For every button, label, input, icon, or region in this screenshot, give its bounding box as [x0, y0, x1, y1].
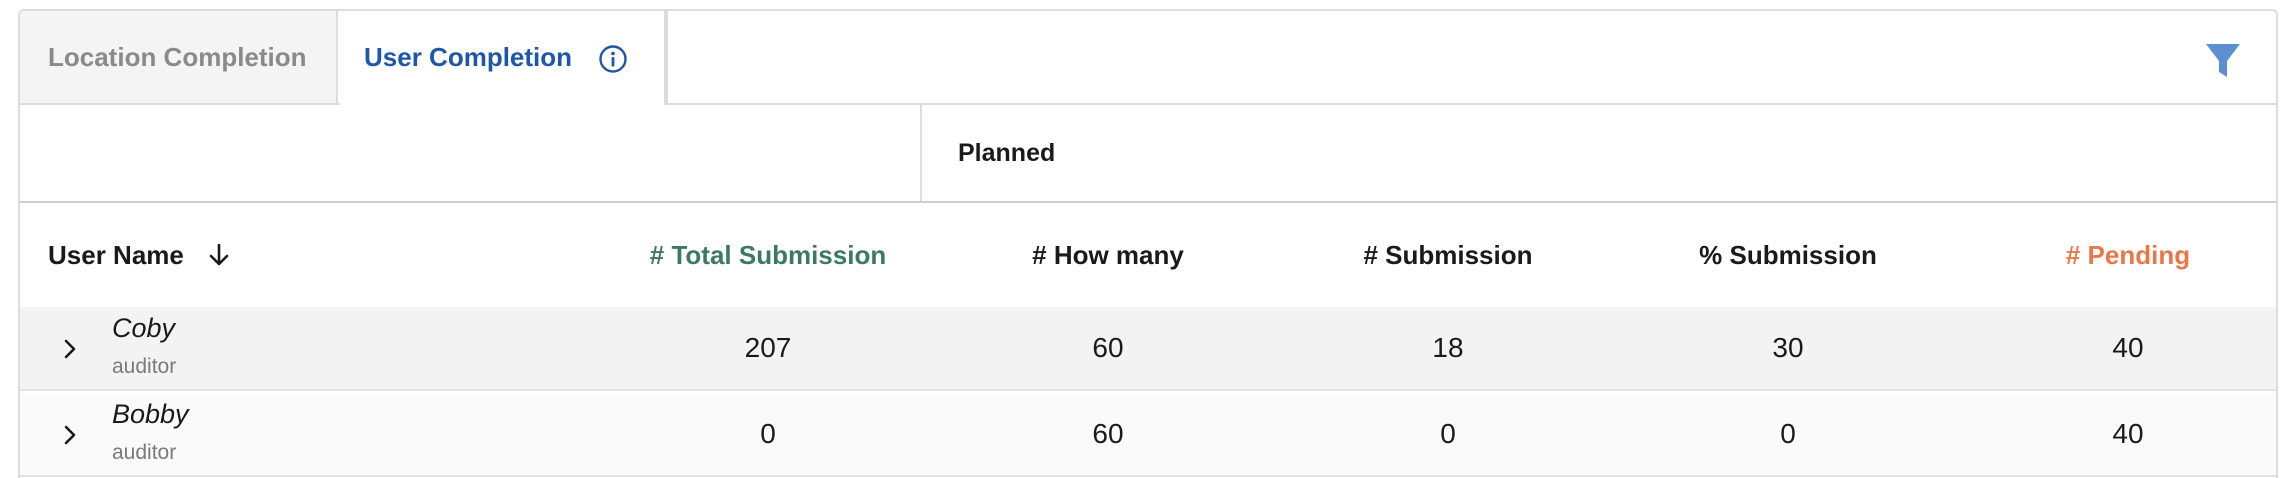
column-header-how-many[interactable]: # How many — [928, 203, 1288, 307]
info-icon[interactable] — [598, 44, 628, 74]
group-divider — [920, 105, 922, 201]
chevron-right-icon[interactable] — [58, 335, 82, 363]
tab-location-label: Location Completion — [48, 41, 307, 72]
cell-total-submission: 0 — [760, 418, 776, 449]
arrow-down-icon[interactable] — [206, 242, 232, 268]
column-header-user-name[interactable]: User Name — [48, 203, 232, 307]
cell-submission: 18 — [1432, 332, 1464, 363]
column-header-pct-submission[interactable]: % Submission — [1608, 203, 1968, 307]
user-completion-panel: Location Completion User Completion Plan… — [18, 9, 2278, 478]
tab-bar: Location Completion User Completion — [20, 11, 2276, 105]
cell-submission: 0 — [1440, 418, 1456, 449]
cell-pct-submission: 30 — [1772, 332, 1804, 363]
column-group-header: Planned — [20, 105, 2276, 203]
table-row[interactable]: Bobby auditor 0 60 0 0 40 — [20, 393, 2276, 477]
user-role: auditor — [112, 355, 177, 378]
user-role: auditor — [112, 441, 177, 464]
cell-total-submission: 207 — [744, 332, 792, 363]
cell-pct-submission: 0 — [1780, 418, 1796, 449]
group-label-planned: Planned — [958, 139, 1056, 167]
cell-how-many: 60 — [1092, 332, 1124, 363]
column-header-submission[interactable]: # Submission — [1268, 203, 1628, 307]
chevron-right-icon[interactable] — [58, 421, 82, 449]
cell-pending: 40 — [2112, 332, 2144, 363]
column-header-pending[interactable]: # Pending — [1948, 203, 2276, 307]
tab-user-completion[interactable]: User Completion — [340, 11, 666, 105]
table-row[interactable]: Coby auditor 207 60 18 30 40 — [20, 307, 2276, 391]
column-header-total-submission[interactable]: # Total Submission — [588, 203, 948, 307]
column-user-name-label: User Name — [48, 240, 184, 270]
cell-how-many: 60 — [1092, 418, 1124, 449]
cell-pending: 40 — [2112, 418, 2144, 449]
user-name: Coby — [112, 313, 176, 343]
user-name: Bobby — [112, 399, 189, 429]
tab-location-completion[interactable]: Location Completion — [20, 11, 338, 103]
tab-separator — [664, 11, 668, 105]
filter-icon[interactable] — [2204, 41, 2242, 81]
tab-user-label: User Completion — [364, 41, 573, 72]
table-header: User Name # Total Submission # How many … — [20, 203, 2276, 307]
